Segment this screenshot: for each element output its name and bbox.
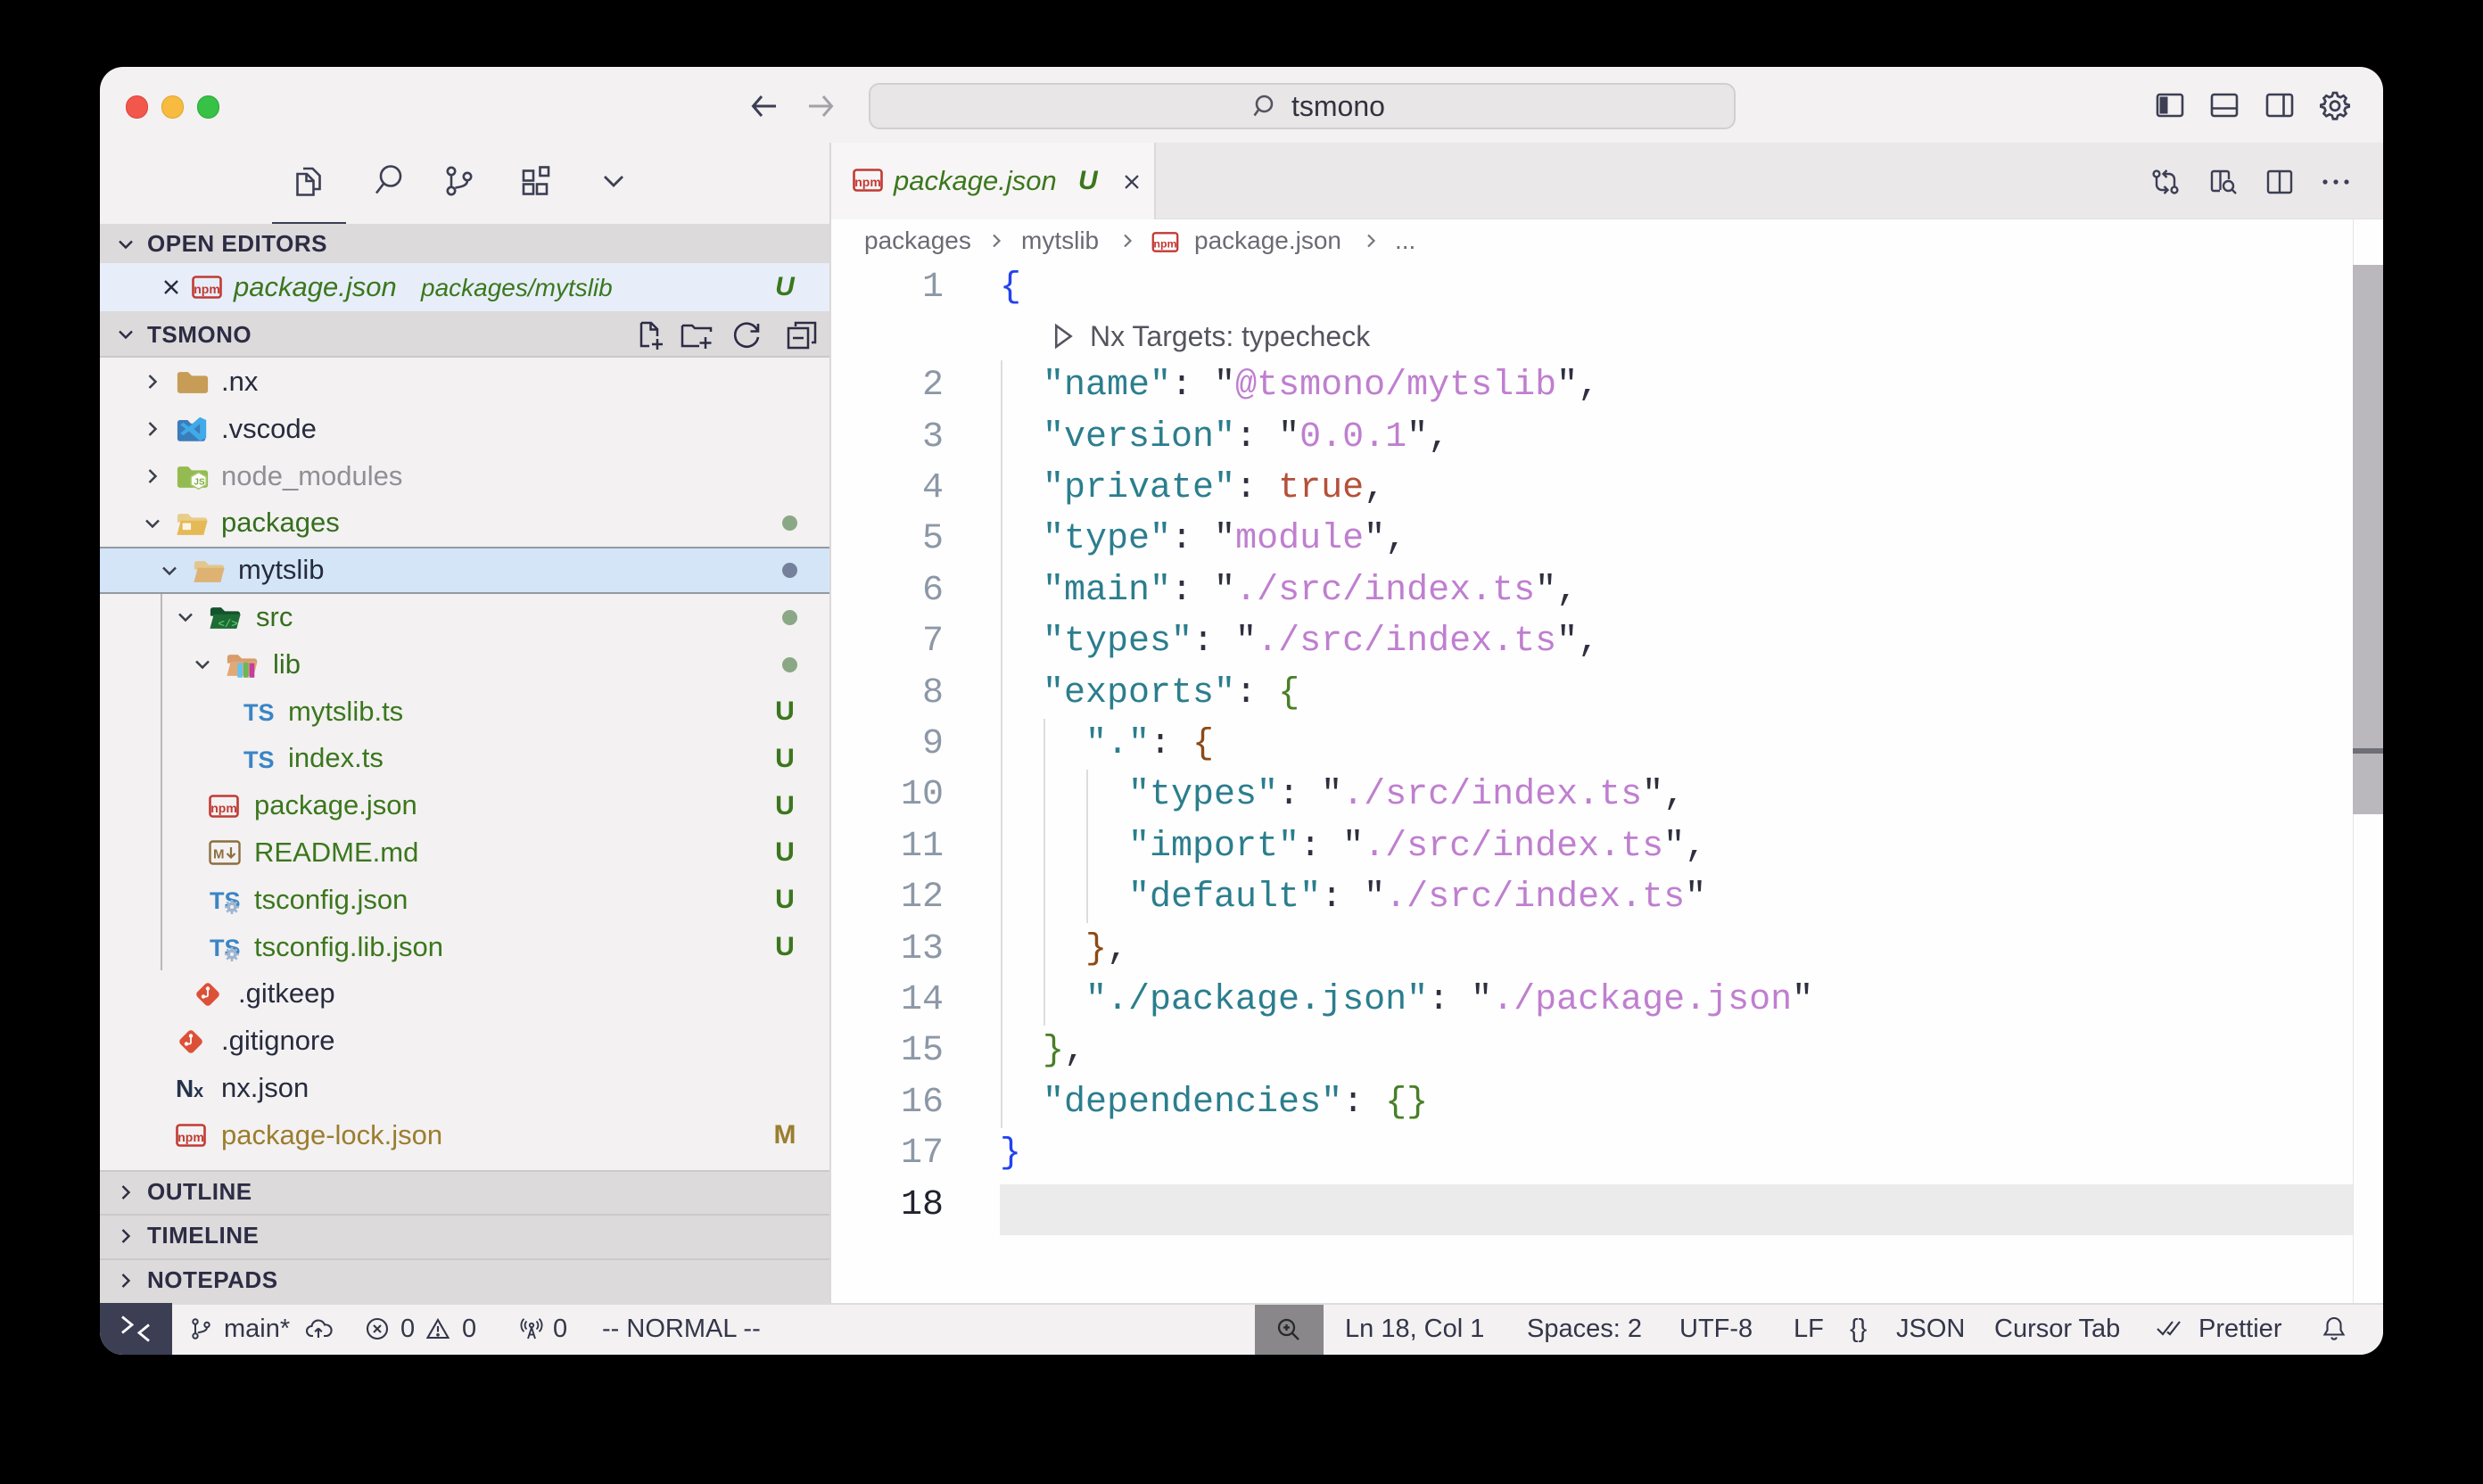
svg-text:M: M xyxy=(213,847,225,862)
svg-text:x: x xyxy=(194,1082,203,1101)
svg-text:npm: npm xyxy=(194,282,220,296)
svg-text:</>: </> xyxy=(218,618,237,631)
svg-text:JS: JS xyxy=(194,478,205,488)
svg-text:npm: npm xyxy=(210,801,237,815)
svg-text:TS: TS xyxy=(243,746,275,773)
svg-text:TS: TS xyxy=(243,699,275,726)
svg-text:npm: npm xyxy=(1153,238,1176,251)
svg-text:N: N xyxy=(176,1075,194,1102)
svg-text:npm: npm xyxy=(177,1130,204,1144)
svg-text:npm: npm xyxy=(854,175,881,189)
